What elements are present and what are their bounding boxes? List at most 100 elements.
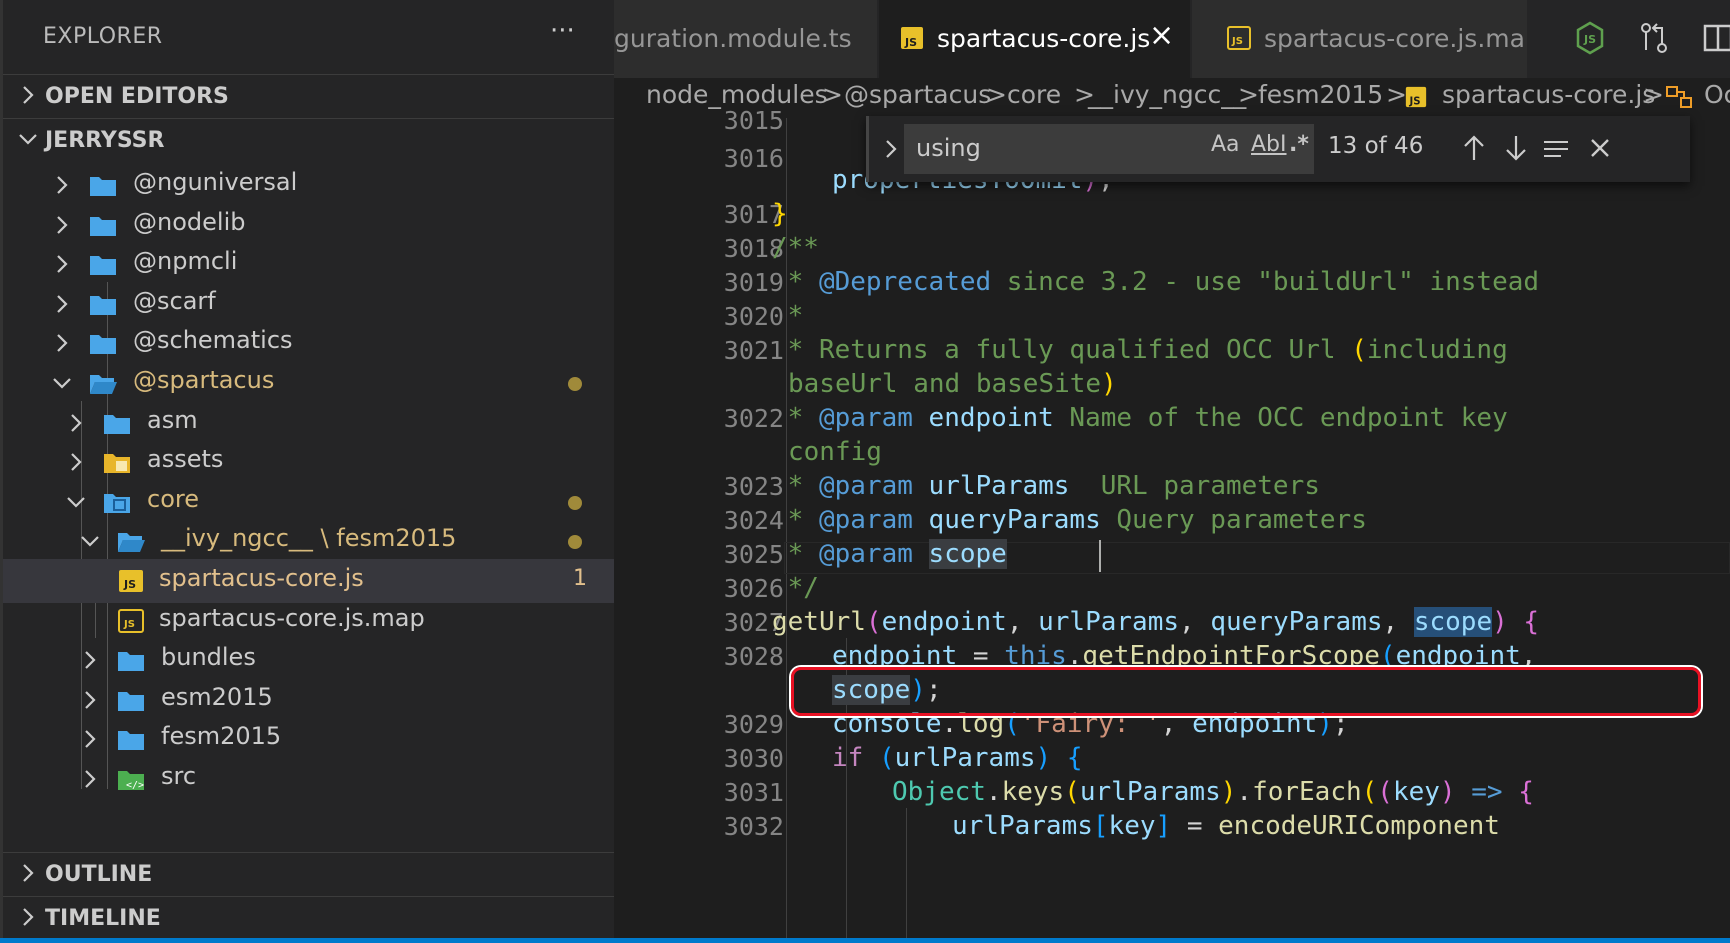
tree-folder[interactable]: assets xyxy=(3,440,614,484)
js-file-icon: JS xyxy=(901,27,923,49)
assets-folder-icon xyxy=(104,454,130,474)
tree-item-label: esm2015 xyxy=(161,682,273,711)
tree-item-label: spartacus-core.js xyxy=(159,564,364,592)
tree-folder[interactable]: bundles xyxy=(3,638,614,682)
code-line: * @param queryParams Query parameters xyxy=(772,505,1367,535)
find-in-selection-icon[interactable] xyxy=(1541,130,1571,166)
tree-file[interactable]: JS spartacus-core.js 1 xyxy=(3,559,614,603)
arrow-up-icon[interactable] xyxy=(1459,130,1489,166)
status-bar-edge xyxy=(0,938,1730,943)
breadcrumb-item[interactable]: @spartacus xyxy=(844,80,991,109)
match-case-toggle[interactable]: Aa xyxy=(1211,132,1240,157)
tree-folder[interactable]: esm2015 xyxy=(3,678,614,722)
tree-item-label: core xyxy=(147,484,199,513)
tree-folder[interactable]: @nodelib xyxy=(3,203,614,247)
nodejs-icon[interactable]: JS xyxy=(1574,20,1606,56)
compare-changes-icon[interactable] xyxy=(1638,20,1670,56)
chevron-right-icon xyxy=(57,215,68,234)
section-timeline[interactable]: TIMELINE xyxy=(3,896,614,940)
tree-item-label: @scarf xyxy=(133,286,216,315)
code-line: if (urlParams) { xyxy=(832,743,1083,773)
folder-icon xyxy=(90,335,116,355)
breadcrumb-item[interactable]: spartacus-core.js xyxy=(1442,80,1655,109)
folder-icon xyxy=(104,414,130,434)
src-folder-icon: </> xyxy=(118,771,144,791)
whole-word-toggle[interactable]: AbI xyxy=(1251,132,1287,157)
core-folder-icon xyxy=(104,493,130,513)
svg-text:</>: </> xyxy=(126,780,144,791)
code-line: * @param endpoint Name of the OCC endpoi… xyxy=(772,403,1508,433)
code-line: config xyxy=(788,437,882,467)
code-line: getUrl(endpoint, urlParams, queryParams,… xyxy=(772,607,1540,637)
folder-icon xyxy=(90,256,116,276)
svg-text:JS: JS xyxy=(1409,96,1421,107)
breadcrumb-item[interactable]: node_modules xyxy=(646,80,828,109)
text-cursor xyxy=(1099,540,1101,572)
tree-folder[interactable]: @nguniversal xyxy=(3,163,614,207)
section-label: OPEN EDITORS xyxy=(45,84,229,109)
chevron-right-icon[interactable] xyxy=(879,136,903,162)
regex-toggle[interactable]: .* xyxy=(1289,132,1309,157)
tree-folder[interactable]: @schematics xyxy=(3,321,614,365)
split-editor-icon[interactable] xyxy=(1702,20,1730,56)
find-widget: using Aa AbI .* 13 of 46 xyxy=(866,116,1690,182)
find-query: using xyxy=(916,134,981,162)
tree-folder[interactable]: fesm2015 xyxy=(3,717,614,761)
file-tree: @nguniversal @nodelib @npmcli @scarf @schema… xyxy=(3,163,614,853)
folder-open-icon xyxy=(118,533,145,553)
chevron-right-icon xyxy=(23,86,34,104)
tree-item-label: src xyxy=(161,762,197,790)
more-actions-icon[interactable]: ··· xyxy=(550,16,575,46)
tree-folder[interactable]: @scarf xyxy=(3,282,614,326)
tree-file[interactable]: JS spartacus-core.js.map xyxy=(3,599,614,643)
breadcrumb-item[interactable]: Oc xyxy=(1704,80,1730,109)
chevron-right-icon xyxy=(85,730,96,749)
tree-folder[interactable]: core xyxy=(3,480,614,524)
chevron-down-icon xyxy=(53,378,71,389)
tree-item-label: @spartacus xyxy=(133,366,275,394)
chevron-right-icon xyxy=(57,255,68,273)
svg-text:JS: JS xyxy=(123,578,136,591)
code-editor[interactable]: propertiesToOmit);}/** * @Deprecated sin… xyxy=(614,118,1730,943)
chevron-down-icon xyxy=(81,536,99,547)
js-file-icon: JS xyxy=(119,570,143,592)
section-project[interactable]: JERRYSSR xyxy=(3,118,614,162)
tree-folder[interactable]: @npmcli xyxy=(3,242,614,286)
breadcrumb-item[interactable]: __ivy_ngcc__ xyxy=(1088,80,1246,109)
svg-text:JS: JS xyxy=(904,36,917,49)
breadcrumb-item[interactable]: core xyxy=(1007,80,1061,109)
explorer-sidebar: EXPLORER ··· OPEN EDITORS JERRYSSR @ngun… xyxy=(0,0,614,943)
code-line: baseUrl and baseSite) xyxy=(788,369,1117,399)
js-file-icon: JS xyxy=(1405,86,1427,107)
tree-item-label: @nguniversal xyxy=(133,168,298,196)
tree-folder[interactable]: @spartacus xyxy=(3,361,614,405)
breadcrumb-separator: > xyxy=(1238,80,1259,109)
tab-spartacus-core-js-map[interactable]: JS spartacus-core.js.map xyxy=(1192,0,1528,78)
tab-label: spartacus-core.js xyxy=(937,24,1151,53)
close-icon[interactable]: × xyxy=(1149,18,1174,53)
tree-folder[interactable]: asm xyxy=(3,401,614,445)
folder-icon xyxy=(90,295,116,315)
arrow-down-icon[interactable] xyxy=(1501,130,1531,166)
section-label: TIMELINE xyxy=(45,906,161,931)
section-outline[interactable]: OUTLINE xyxy=(3,852,614,896)
breadcrumb-separator: > xyxy=(1643,80,1664,109)
js-map-file-icon: JS xyxy=(1227,26,1251,50)
modified-indicator xyxy=(568,377,582,391)
breadcrumb-separator: > xyxy=(986,80,1007,109)
folder-icon xyxy=(90,216,116,236)
tab-configuration-module[interactable]: guration.module.ts xyxy=(614,0,878,78)
code-line: urlParams[key] = encodeURIComponent xyxy=(952,811,1500,841)
chevron-right-icon xyxy=(57,295,68,313)
close-icon[interactable] xyxy=(1585,130,1615,166)
tree-item-label: @npmcli xyxy=(133,247,238,276)
breadcrumb-item[interactable]: fesm2015 xyxy=(1258,80,1383,109)
tree-item-label: fesm2015 xyxy=(161,722,282,751)
folder-icon xyxy=(118,652,144,672)
section-open-editors[interactable]: OPEN EDITORS xyxy=(3,74,614,118)
tree-folder[interactable]: __ivy_ngcc__ \ fesm2015 xyxy=(3,519,614,563)
tab-spartacus-core-js[interactable]: JS spartacus-core.js × xyxy=(879,0,1191,78)
section-label: JERRYSSR xyxy=(45,128,165,153)
tree-folder[interactable]: </> src xyxy=(3,757,614,801)
svg-text:JS: JS xyxy=(123,619,135,630)
